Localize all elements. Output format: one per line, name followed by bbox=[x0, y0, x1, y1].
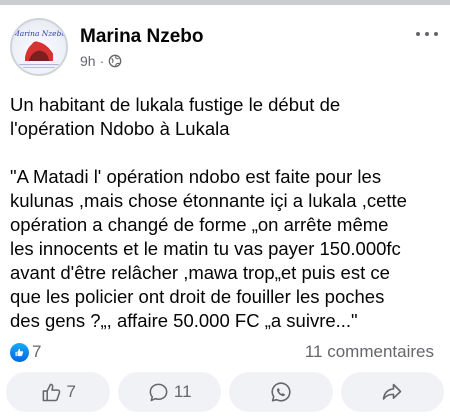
share-button[interactable] bbox=[340, 372, 444, 412]
whatsapp-share-button[interactable] bbox=[229, 372, 333, 412]
meta-separator: · bbox=[99, 53, 105, 69]
share-icon bbox=[380, 380, 404, 404]
post-body: Un habitant de lukala fustige le début d… bbox=[10, 93, 442, 333]
comment-count: 11 bbox=[173, 382, 192, 401]
post-quote-text: "A Matadi l' opération ndobo est faite p… bbox=[10, 166, 407, 331]
like-button[interactable]: 7 bbox=[6, 372, 110, 412]
dot-icon bbox=[425, 32, 429, 36]
dot-icon bbox=[434, 32, 438, 36]
thumbs-up-icon bbox=[40, 381, 63, 404]
author-name[interactable]: Marina Nzebo bbox=[80, 26, 204, 48]
comments-count-link[interactable]: 11 commentaires bbox=[305, 342, 434, 362]
action-bar: 7 11 bbox=[6, 372, 444, 412]
avatar-logo: Marina Nzebo bbox=[12, 29, 66, 68]
like-count: 7 bbox=[66, 382, 76, 401]
avatar[interactable]: Marina Nzebo bbox=[10, 18, 68, 76]
avatar-caption: Marina Nzebo bbox=[12, 29, 66, 38]
globe-icon[interactable] bbox=[108, 54, 122, 68]
post-time[interactable]: 9h bbox=[80, 53, 96, 69]
comment-button[interactable]: 11 bbox=[117, 372, 221, 412]
post-meta: 9h · bbox=[80, 53, 122, 69]
reactions-summary[interactable]: 7 bbox=[10, 342, 41, 362]
post-title-text: Un habitant de lukala fustige le début d… bbox=[10, 94, 341, 139]
like-icon bbox=[10, 342, 29, 362]
reactions-count: 7 bbox=[32, 342, 42, 361]
comment-bubble-icon bbox=[147, 381, 170, 404]
top-divider bbox=[0, 0, 450, 5]
dot-icon bbox=[416, 32, 420, 36]
whatsapp-icon bbox=[269, 380, 293, 404]
more-options-button[interactable] bbox=[414, 24, 440, 44]
